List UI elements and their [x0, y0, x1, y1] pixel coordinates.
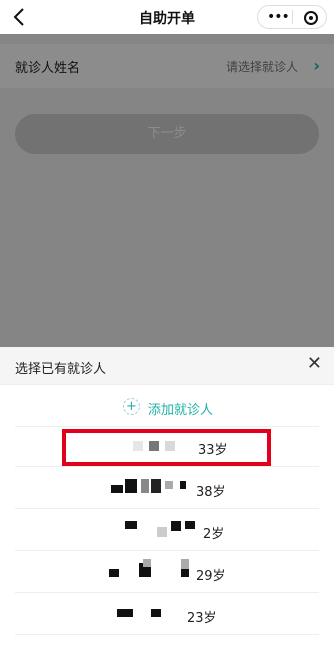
add-patient-label: 添加就诊人	[148, 403, 214, 418]
patient-age: 23岁	[187, 611, 217, 626]
close-icon[interactable]: ✕	[307, 353, 322, 374]
capsule-divider	[292, 10, 293, 24]
target-close-icon[interactable]	[304, 11, 318, 25]
redacted-name	[181, 569, 189, 577]
nav-bar: 自助开单 •••	[0, 0, 334, 34]
patient-item[interactable]: 23岁	[15, 595, 319, 635]
sheet-title: 选择已有就诊人	[15, 362, 107, 377]
redacted-name	[125, 479, 137, 493]
plus-icon: +	[123, 398, 140, 415]
patient-age: 2岁	[203, 527, 225, 542]
more-dots-icon[interactable]: •••	[267, 9, 290, 25]
redacted-name	[117, 609, 133, 617]
redacted-name	[151, 479, 161, 493]
redacted-name	[143, 559, 151, 567]
redacted-name	[125, 521, 137, 529]
selection-highlight-box	[62, 429, 271, 466]
patient-age: 29岁	[196, 569, 226, 584]
sheet-header: 选择已有就诊人 ✕	[0, 347, 334, 385]
patient-item[interactable]: 38岁	[15, 469, 319, 509]
redacted-name	[111, 485, 123, 493]
patient-item[interactable]: 29岁	[15, 553, 319, 593]
redacted-name	[157, 527, 167, 537]
patient-item[interactable]: 2岁	[15, 511, 319, 551]
redacted-name	[151, 609, 161, 617]
redacted-name	[141, 479, 149, 493]
patient-picker-sheet: 选择已有就诊人 ✕ + 添加就诊人 33岁 38岁 2岁 29岁 23岁	[0, 347, 334, 655]
redacted-name	[109, 569, 119, 577]
redacted-name	[185, 521, 195, 529]
redacted-name	[165, 481, 173, 489]
patient-age: 38岁	[196, 485, 226, 500]
redacted-name	[171, 521, 181, 531]
redacted-name	[181, 559, 189, 569]
redacted-name	[180, 481, 186, 489]
mini-program-capsule: •••	[257, 5, 327, 29]
add-patient-button[interactable]: + 添加就诊人	[15, 387, 319, 427]
